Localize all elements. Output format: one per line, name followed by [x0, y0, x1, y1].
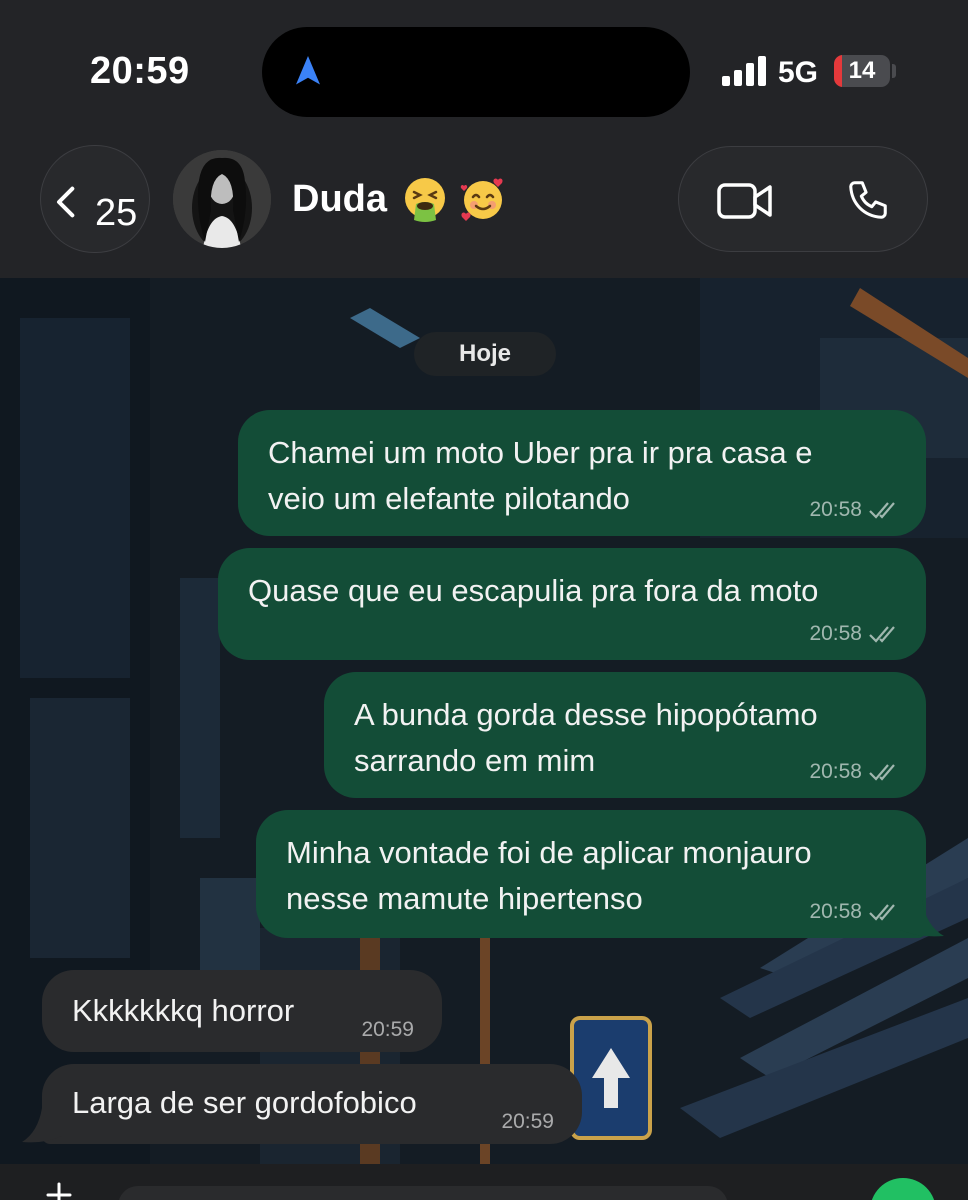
bubble-tail [22, 1108, 62, 1143]
plus-icon[interactable] [46, 1182, 72, 1200]
message-meta: 20:58 [809, 900, 898, 924]
double-check-icon [869, 764, 895, 781]
double-check-icon [869, 904, 895, 921]
message-time: 20:58 [809, 900, 862, 923]
message-meta: 20:59 [361, 1018, 414, 1042]
message-text: Kkkkkkkq horror [72, 993, 295, 1028]
double-check-icon [869, 626, 895, 643]
chevron-left-icon [57, 186, 75, 218]
message-meta: 20:59 [501, 1110, 554, 1134]
message-bubble-outgoing[interactable]: Chamei um moto Uber pra ir pra casa e ve… [238, 410, 926, 536]
bubble-tail [900, 900, 944, 937]
message-text: A bunda gorda desse hipopótamo sarrando … [354, 697, 818, 778]
message-bubble-outgoing[interactable]: Minha vontade foi de aplicar monjauro ne… [256, 810, 926, 938]
message-time: 20:58 [809, 760, 862, 783]
message-meta: 20:58 [809, 622, 898, 646]
avatar-photo [173, 150, 271, 248]
unread-count: 25 [95, 192, 138, 234]
contact-avatar[interactable] [173, 150, 271, 248]
video-call-icon[interactable] [717, 181, 773, 221]
message-input[interactable] [118, 1186, 728, 1200]
message-text: Minha vontade foi de aplicar monjauro ne… [286, 835, 812, 916]
battery-icon: 14 [834, 55, 890, 87]
nauseated-face-icon [405, 178, 445, 222]
smiling-face-with-hearts-icon [460, 178, 503, 221]
message-time: 20:59 [361, 1018, 414, 1041]
message-text: Quase que eu escapulia pra fora da moto [248, 573, 819, 608]
signal-bars-icon [722, 56, 766, 86]
message-composer [0, 1164, 968, 1200]
chat-header: 25 Duda [0, 130, 968, 278]
network-type: 5G [778, 56, 819, 89]
chat-area[interactable]: Hoje Chamei um moto Uber pra ir pra casa… [0, 278, 968, 1164]
message-text: Larga de ser gordofobico [72, 1085, 417, 1120]
battery-tip [892, 64, 896, 78]
call-actions [678, 146, 928, 252]
status-time: 20:59 [90, 50, 190, 92]
message-text: Chamei um moto Uber pra ir pra casa e ve… [268, 435, 813, 516]
message-time: 20:59 [501, 1110, 554, 1133]
double-check-icon [869, 502, 895, 519]
status-bar: 20:59 5G 14 [0, 0, 968, 130]
voice-call-icon[interactable] [845, 177, 891, 223]
battery-percentage: 14 [848, 57, 876, 84]
message-time: 20:58 [809, 622, 862, 645]
back-button[interactable]: 25 [40, 145, 150, 253]
message-bubble-incoming[interactable]: Kkkkkkkq horror 20:59 [42, 970, 442, 1052]
message-time: 20:58 [809, 498, 862, 521]
navigation-arrow-icon [296, 56, 320, 85]
microphone-button[interactable] [870, 1178, 936, 1200]
message-bubble-incoming[interactable]: Larga de ser gordofobico 20:59 [42, 1064, 582, 1144]
dynamic-island [262, 27, 690, 117]
message-bubble-outgoing[interactable]: Quase que eu escapulia pra fora da moto … [218, 548, 926, 660]
message-meta: 20:58 [809, 498, 898, 522]
contact-name[interactable]: Duda [292, 178, 387, 221]
date-divider: Hoje [414, 332, 556, 376]
message-bubble-outgoing[interactable]: A bunda gorda desse hipopótamo sarrando … [324, 672, 926, 798]
message-meta: 20:58 [809, 760, 898, 784]
